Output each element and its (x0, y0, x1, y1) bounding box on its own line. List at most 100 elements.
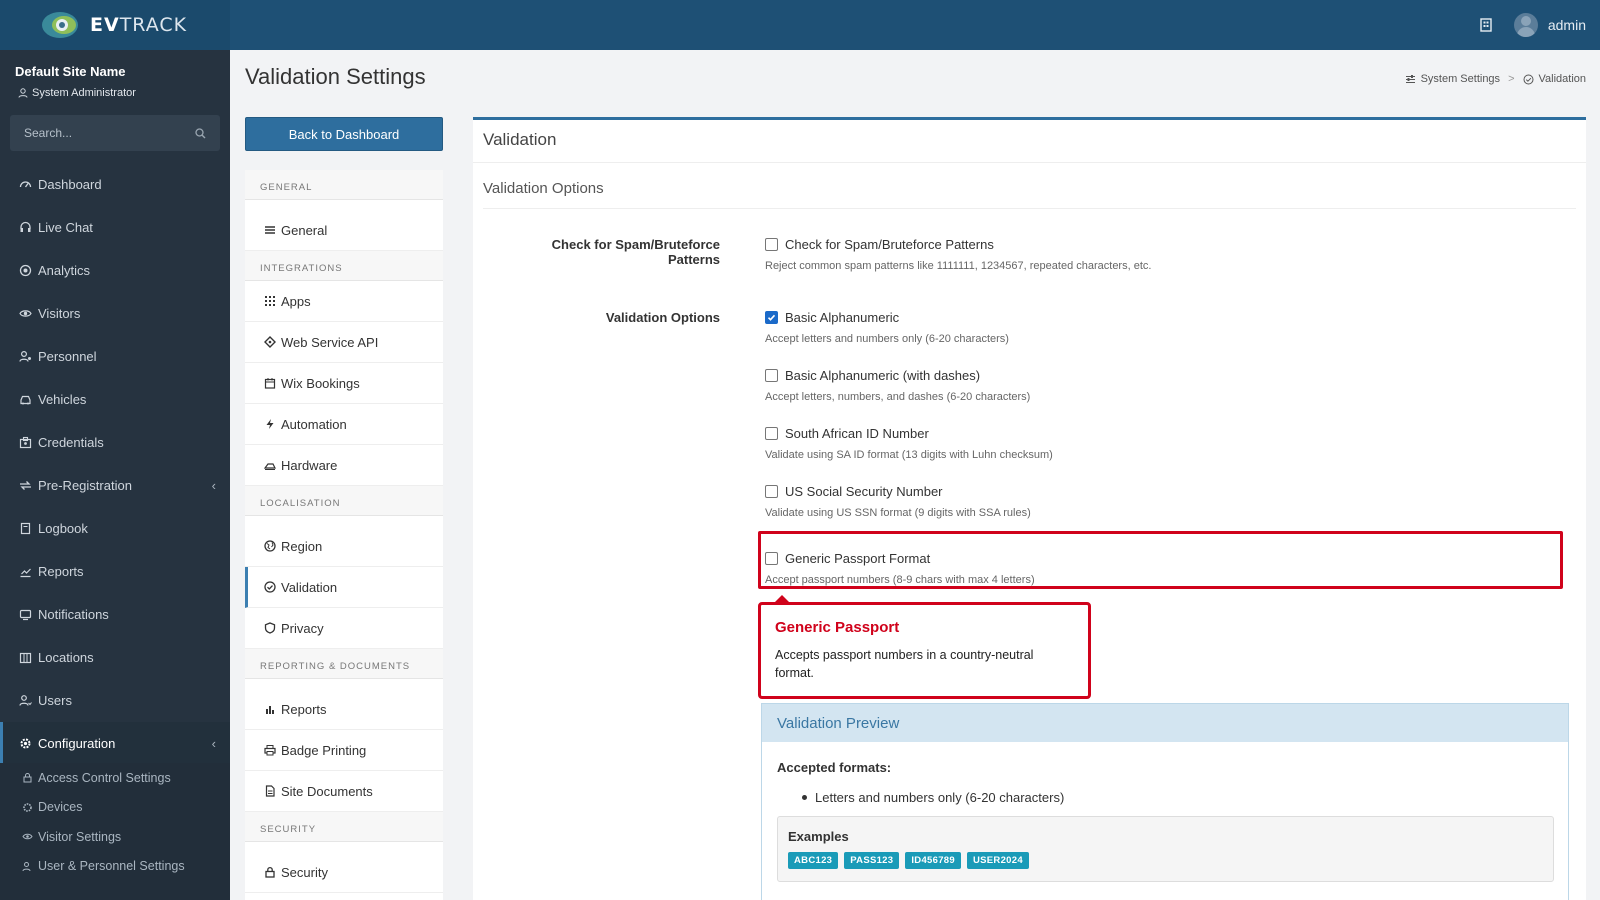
example-tag: USER2024 (966, 852, 1029, 869)
south-african-id-hint: Validate using SA ID format (13 digits w… (765, 449, 1053, 461)
breadcrumb: System Settings > Validation (1405, 73, 1586, 85)
settings-item-web-service-api[interactable]: Web Service API (245, 322, 443, 363)
settings-item-site-documents[interactable]: Site Documents (245, 771, 443, 812)
spam-check-checkbox[interactable] (765, 238, 778, 251)
settings-item-badge-printing[interactable]: Badge Printing (245, 730, 443, 771)
headset-icon (18, 221, 32, 235)
card-title: Validation (483, 130, 557, 149)
sidebar-item-analytics[interactable]: Analytics (0, 249, 230, 292)
shield-icon (264, 622, 276, 634)
chevron-left-icon[interactable]: ‹ (212, 722, 216, 765)
brand-logo[interactable]: EVTRACK (0, 0, 230, 50)
building-icon[interactable] (1480, 18, 1492, 32)
sidebar-item-locations[interactable]: Locations (0, 636, 230, 679)
section-security: SECURITY (245, 812, 443, 842)
eye-icon (22, 831, 33, 842)
dashboard-icon (18, 178, 32, 192)
network-icon (264, 336, 276, 348)
settings-item-hardware[interactable]: Hardware (245, 445, 443, 486)
settings-item-automation[interactable]: Automation (245, 404, 443, 445)
alphanumeric-dashes-checkbox[interactable] (765, 369, 778, 382)
sidebar-item-reports[interactable]: Reports (0, 550, 230, 593)
sidebar-item-live-chat[interactable]: Live Chat (0, 206, 230, 249)
subitem-access-control-settings[interactable]: Access Control Settings (0, 763, 230, 793)
book-icon (18, 522, 32, 536)
examples-title: Examples (788, 829, 849, 844)
eye-icon (18, 307, 32, 321)
settings-item-security[interactable]: Security (245, 852, 443, 893)
printer-icon (264, 745, 276, 756)
settings-nav: GENERAL General INTEGRATIONS Apps Web Se… (245, 170, 443, 900)
spam-check-label: Check for Spam/Bruteforce Patterns (551, 237, 720, 267)
sidebar-item-notifications[interactable]: Notifications (0, 593, 230, 636)
lock-icon (22, 772, 33, 783)
breadcrumb-system-settings[interactable]: System Settings (1421, 73, 1500, 85)
check-circle-icon (264, 581, 276, 593)
sidebar-search-input[interactable]: Search... (10, 115, 220, 151)
section-localisation: LOCALISATION (245, 486, 443, 516)
examples-box: Examples ABC123 PASS123 ID456789 USER202… (777, 816, 1554, 882)
option-basic-alphanumeric-dashes[interactable]: Basic Alphanumeric (with dashes) (765, 368, 980, 383)
user-cog-icon (18, 350, 32, 364)
avatar (1513, 13, 1538, 37)
tooltip-body: Accepts passport numbers in a country-ne… (775, 648, 1034, 680)
settings-item-wix-bookings[interactable]: Wix Bookings (245, 363, 443, 404)
breadcrumb-separator: > (1508, 73, 1515, 85)
bar-chart-icon (266, 706, 274, 714)
sidebar-item-personnel[interactable]: Personnel (0, 335, 230, 378)
settings-item-general[interactable]: General (245, 210, 443, 251)
subitem-visitor-settings[interactable]: Visitor Settings (0, 822, 230, 852)
sidebar-item-configuration[interactable]: Configuration ‹ (0, 722, 230, 765)
generic-passport-hint: Accept passport numbers (8-9 chars with … (765, 574, 1035, 586)
settings-item-reports[interactable]: Reports (245, 689, 443, 730)
gear-icon (18, 737, 32, 751)
example-tag: ID456789 (905, 852, 961, 869)
preview-title: Validation Preview (762, 704, 1568, 742)
generic-passport-checkbox[interactable] (765, 552, 778, 565)
users-icon (22, 861, 33, 872)
section-reporting-documents: REPORTING & DOCUMENTS (245, 649, 443, 679)
sidebar-item-visitors[interactable]: Visitors (0, 292, 230, 335)
basic-alphanumeric-hint: Accept letters and numbers only (6-20 ch… (765, 333, 1009, 345)
option-south-african-id[interactable]: South African ID Number (765, 426, 929, 441)
settings-item-validation[interactable]: Validation (245, 567, 443, 608)
section-general: GENERAL (245, 170, 443, 200)
back-to-dashboard-button[interactable]: Back to Dashboard (245, 117, 443, 151)
cog-icon (22, 802, 33, 813)
user-menu[interactable]: admin (1513, 13, 1586, 37)
chevron-left-icon[interactable]: ‹ (212, 464, 216, 507)
spam-check-option[interactable]: Check for Spam/Bruteforce Patterns (765, 237, 994, 252)
accepted-formats-label: Accepted formats: (777, 760, 892, 775)
us-ssn-checkbox[interactable] (765, 485, 778, 498)
option-basic-alphanumeric[interactable]: Basic Alphanumeric (765, 310, 899, 325)
check-circle-icon (1523, 74, 1533, 84)
bell-icon (18, 608, 32, 622)
subitem-user-personnel-settings[interactable]: User & Personnel Settings (0, 852, 230, 882)
section-integrations: INTEGRATIONS (245, 251, 443, 281)
id-badge-icon (18, 436, 32, 450)
sidebar-item-dashboard[interactable]: Dashboard (0, 163, 230, 206)
globe-icon (264, 540, 276, 552)
basic-alphanumeric-checkbox[interactable] (765, 311, 778, 324)
configuration-submenu: Access Control Settings Devices Visitor … (0, 763, 230, 900)
sidebar-item-users[interactable]: Users (0, 679, 230, 722)
sidebar-item-logbook[interactable]: Logbook (0, 507, 230, 550)
south-african-id-checkbox[interactable] (765, 427, 778, 440)
page-title: Validation Settings (245, 64, 426, 89)
search-icon[interactable] (195, 127, 206, 139)
username: admin (1547, 17, 1586, 33)
file-icon (265, 785, 275, 797)
sidebar-item-pre-registration[interactable]: Pre-Registration ‹ (0, 464, 230, 507)
sidebar-item-credentials[interactable]: Credentials (0, 421, 230, 464)
user-role: System Administrator (18, 87, 136, 99)
option-us-ssn[interactable]: US Social Security Number (765, 484, 943, 499)
subitem-devices[interactable]: Devices (0, 793, 230, 823)
alphanumeric-dashes-hint: Accept letters, numbers, and dashes (6-2… (765, 391, 1031, 403)
sidebar-item-vehicles[interactable]: Vehicles (0, 378, 230, 421)
option-generic-passport[interactable]: Generic Passport Format (765, 551, 930, 566)
chart-icon (18, 565, 32, 579)
settings-item-privacy[interactable]: Privacy (245, 608, 443, 649)
settings-item-apps[interactable]: Apps (245, 281, 443, 322)
settings-item-region[interactable]: Region (245, 526, 443, 567)
us-ssn-hint: Validate using US SSN format (9 digits w… (765, 507, 1031, 519)
